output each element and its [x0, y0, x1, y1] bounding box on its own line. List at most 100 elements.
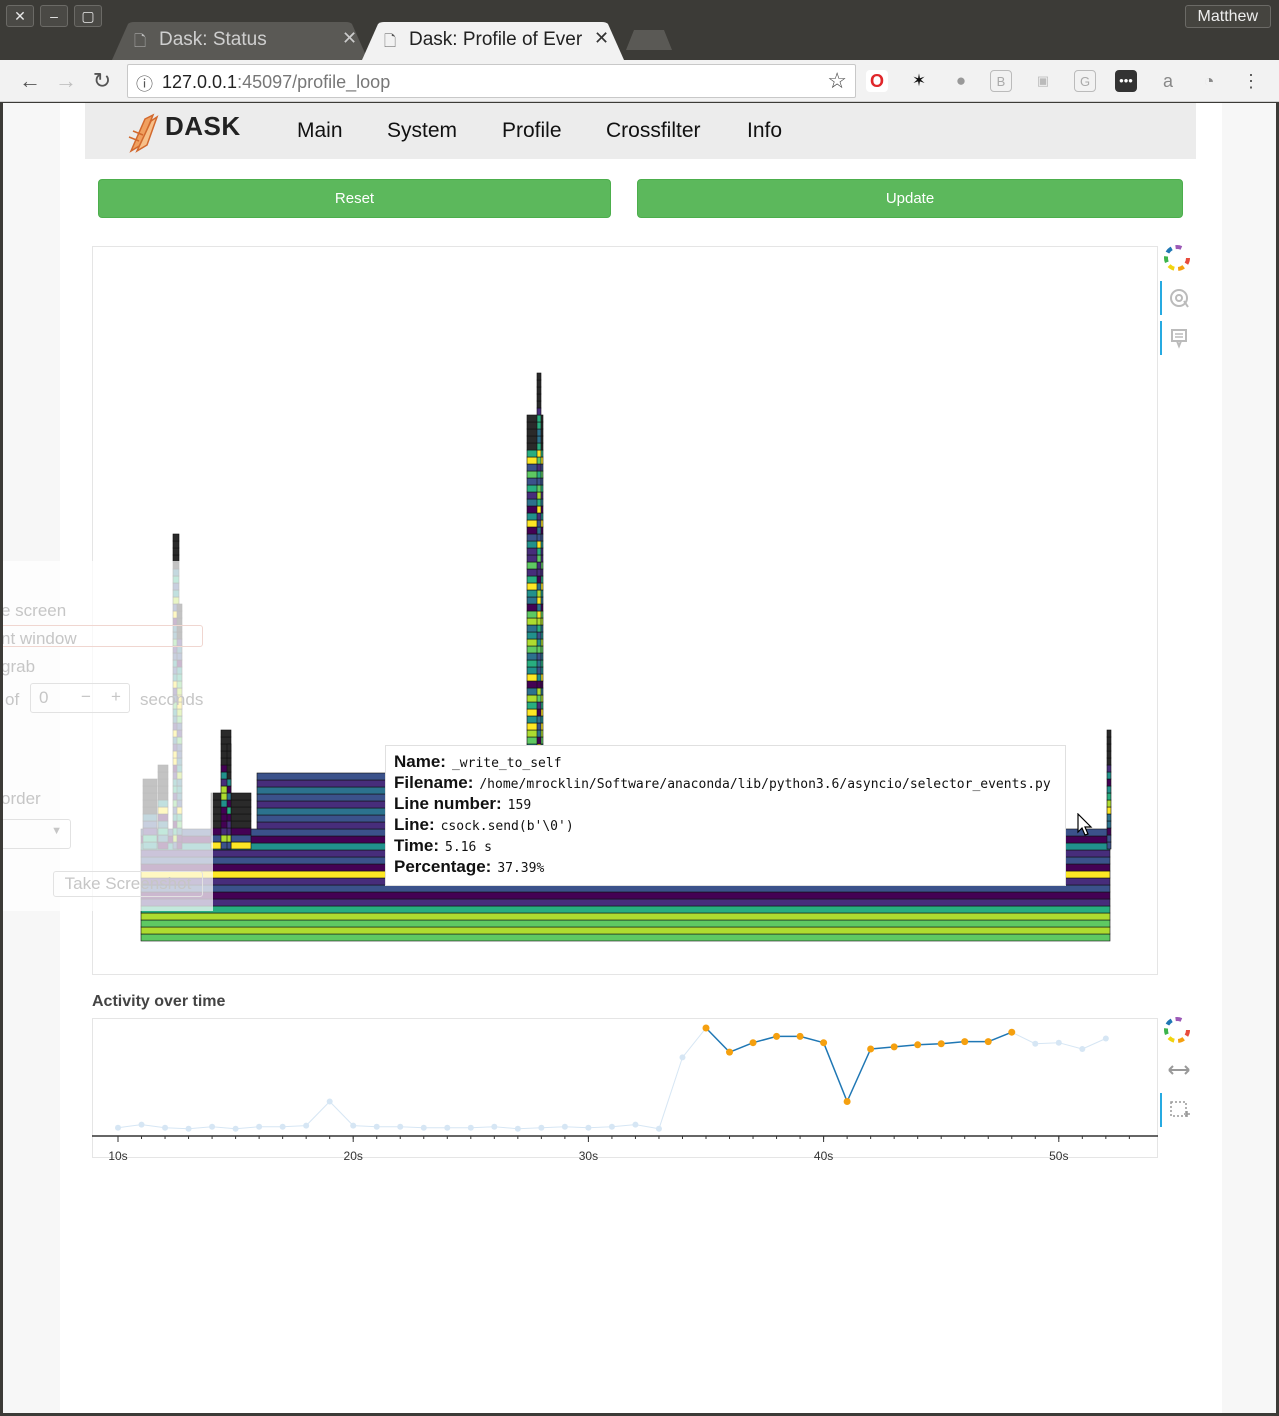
screenshot-option-grab[interactable]: grab	[3, 657, 35, 677]
url-text[interactable]: 127.0.0.1:45097/profile_loop	[162, 72, 390, 93]
activity-point[interactable]	[961, 1038, 969, 1046]
flame-tower-frame[interactable]	[226, 750, 232, 759]
flame-tower-frame[interactable]	[536, 554, 542, 563]
flame-tower-frame[interactable]	[536, 449, 542, 458]
activity-point[interactable]	[702, 1024, 710, 1032]
flame-tower-frame[interactable]	[226, 820, 232, 829]
back-icon[interactable]: ←	[16, 67, 44, 95]
nav-link-system[interactable]: System	[387, 119, 457, 143]
tab-dask-profile[interactable]: 🗋 Dask: Profile of Ever ✕	[362, 22, 624, 60]
flame-base-frame[interactable]	[140, 898, 1111, 907]
flame-tower-frame[interactable]	[536, 491, 542, 500]
activity-point[interactable]	[937, 1040, 945, 1048]
flame-tower-frame[interactable]	[1106, 799, 1112, 808]
screenshot-option-window[interactable]: nt window	[3, 629, 77, 649]
address-bar[interactable]: ⓘ 127.0.0.1:45097/profile_loop ☆	[127, 64, 856, 98]
flame-tower-frame[interactable]	[536, 547, 542, 556]
flame-tower-frame[interactable]	[226, 806, 232, 815]
minimize-window-button[interactable]: –	[40, 5, 68, 27]
flame-tower-frame[interactable]	[536, 435, 542, 444]
flame-tower-frame[interactable]	[1106, 792, 1112, 801]
flame-tower-frame[interactable]	[536, 673, 542, 682]
border-effect-select[interactable]: ▼	[3, 819, 71, 849]
tab-close-icon[interactable]: ✕	[342, 28, 357, 49]
flame-tower-frame[interactable]	[536, 617, 542, 626]
opera-extension-icon[interactable]: O	[866, 70, 888, 92]
forward-icon[interactable]: →	[52, 67, 80, 95]
flame-tower-frame[interactable]	[536, 687, 542, 696]
flame-base-frame[interactable]	[140, 919, 1111, 928]
activity-point[interactable]	[256, 1123, 263, 1130]
delay-minus-button[interactable]: −	[81, 687, 91, 707]
activity-point[interactable]	[162, 1124, 169, 1131]
flame-tower-frame[interactable]	[536, 561, 542, 570]
update-button[interactable]: Update	[637, 179, 1183, 218]
activity-point[interactable]	[749, 1039, 757, 1047]
activity-point[interactable]	[420, 1124, 427, 1131]
activity-point[interactable]	[373, 1123, 380, 1130]
flame-tower-frame[interactable]	[536, 729, 542, 738]
xpan-tool-icon[interactable]	[1160, 1053, 1200, 1087]
activity-point[interactable]	[350, 1122, 357, 1129]
flame-tower-frame[interactable]	[536, 442, 542, 451]
box-select-tool-icon[interactable]	[1160, 1093, 1200, 1127]
lastpass-extension-icon[interactable]: •••	[1115, 70, 1137, 92]
bitly-extension-icon[interactable]: B	[990, 70, 1012, 92]
flame-tower-frame[interactable]	[536, 575, 542, 584]
loading-extension-icon[interactable]: ◔	[1198, 70, 1220, 92]
flame-tower-frame[interactable]	[536, 428, 542, 437]
screenshot-extension-icon[interactable]: ▣	[1032, 70, 1054, 92]
flame-tower-frame[interactable]	[536, 631, 542, 640]
activity-point[interactable]	[397, 1123, 404, 1130]
activity-point[interactable]	[444, 1124, 451, 1131]
flame-tower-frame[interactable]	[536, 582, 542, 591]
flame-tower-frame[interactable]	[536, 694, 542, 703]
flame-tower-frame[interactable]	[536, 470, 542, 479]
flame-tower-frame[interactable]	[220, 736, 232, 745]
flame-tower-frame[interactable]	[226, 834, 232, 843]
activity-point[interactable]	[984, 1038, 992, 1046]
maximize-window-button[interactable]: ▢	[74, 5, 102, 27]
flame-tower-frame[interactable]	[536, 659, 542, 668]
activity-point[interactable]	[1079, 1046, 1086, 1052]
activity-point[interactable]	[1055, 1039, 1062, 1046]
flame-tower-frame[interactable]	[1106, 785, 1112, 794]
flame-tower-frame[interactable]	[220, 729, 232, 738]
flame-tower-frame[interactable]	[226, 764, 232, 773]
flame-tower-frame[interactable]	[226, 792, 232, 801]
delay-plus-button[interactable]: +	[111, 687, 121, 707]
activity-point[interactable]	[679, 1054, 686, 1061]
activity-point[interactable]	[115, 1124, 121, 1131]
activity-point[interactable]	[1032, 1040, 1039, 1047]
flame-tower-frame[interactable]	[536, 393, 542, 402]
flame-tower-frame[interactable]	[1106, 750, 1112, 759]
flame-tower-frame[interactable]	[536, 519, 542, 528]
flame-tower-frame[interactable]	[536, 533, 542, 542]
flame-tower-frame[interactable]	[1106, 834, 1112, 843]
flame-tower-frame[interactable]	[536, 484, 542, 493]
flame-tower-frame[interactable]	[536, 645, 542, 654]
activity-point[interactable]	[232, 1125, 239, 1132]
flame-tower-frame[interactable]	[226, 785, 232, 794]
grammar-extension-icon[interactable]: G	[1074, 70, 1096, 92]
flame-tower-frame[interactable]	[1106, 778, 1112, 787]
flame-tower-frame[interactable]	[226, 771, 232, 780]
flame-tower-frame[interactable]	[226, 841, 232, 850]
flame-tower-frame[interactable]	[536, 708, 542, 717]
reset-button[interactable]: Reset	[98, 179, 611, 218]
take-screenshot-button[interactable]: Take Screenshot	[53, 871, 203, 897]
activity-point[interactable]	[843, 1098, 851, 1105]
flame-tower-frame[interactable]	[226, 757, 232, 766]
flame-tower-frame[interactable]	[1106, 736, 1112, 745]
nav-link-info[interactable]: Info	[747, 119, 782, 143]
activity-point[interactable]	[491, 1123, 498, 1130]
flame-tower-frame[interactable]	[536, 722, 542, 731]
user-profile-button[interactable]: Matthew	[1184, 5, 1271, 28]
activity-point[interactable]	[467, 1124, 474, 1131]
activity-point[interactable]	[185, 1125, 192, 1132]
flame-tower-frame[interactable]	[536, 379, 542, 388]
activity-point[interactable]	[1008, 1028, 1016, 1036]
activity-point[interactable]	[726, 1048, 734, 1056]
flame-tower-frame[interactable]	[536, 610, 542, 619]
flame-tower-frame[interactable]	[536, 652, 542, 661]
